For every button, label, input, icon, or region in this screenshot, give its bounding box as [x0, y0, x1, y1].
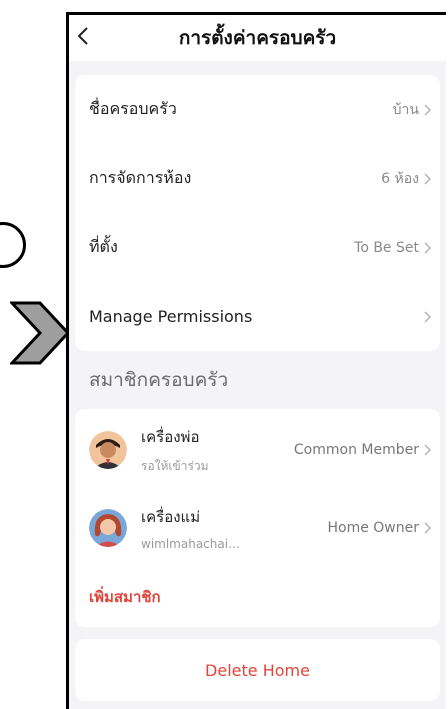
manage-permissions-label: Manage Permissions: [89, 307, 253, 326]
members-section-title: สมาชิกครอบครัว: [89, 369, 229, 391]
avatar-father: [89, 431, 127, 469]
member-role: Common Member: [293, 442, 419, 458]
chevron-right-icon: [424, 241, 432, 254]
phone-screen: การตั้งค่าครอบครัว ชื่อครอบครัว บ้าน การ…: [66, 12, 446, 709]
room-management-label: การจัดการห้อง: [89, 168, 192, 187]
page-title: การตั้งค่าครอบครัว: [178, 27, 337, 49]
member-row-father[interactable]: เครื่องพ่อ รอให้เข้าร่วม Common Member: [75, 411, 440, 489]
member-name: เครื่องพ่อ: [141, 427, 200, 446]
add-member-button[interactable]: เพิ่มสมาชิก: [75, 567, 440, 627]
delete-home-button[interactable]: Delete Home: [75, 639, 440, 701]
room-management-value-group: 6 ห้อง: [381, 168, 432, 190]
back-arrow-icon: [77, 27, 88, 45]
home-name-label: ชื่อครอบครัว: [89, 99, 177, 118]
location-row[interactable]: ที่ตั้ง To Be Set: [75, 213, 440, 282]
member-text-father: เครื่องพ่อ รอให้เข้าร่วม: [141, 425, 294, 476]
header-bar: การตั้งค่าครอบครัว: [69, 15, 446, 61]
member-role-group: Home Owner: [327, 520, 432, 536]
annotation-arrow-icon: [10, 301, 71, 365]
manage-permissions-value-group: [423, 310, 432, 324]
room-count-value: 6 ห้อง: [381, 170, 419, 187]
location-value: To Be Set: [354, 239, 419, 256]
avatar-mother: [89, 509, 127, 547]
chevron-right-icon: [424, 522, 432, 534]
member-text-mother: เครื่องแม่ wimlmahachai@g...: [141, 505, 327, 551]
back-button[interactable]: [71, 21, 95, 51]
member-name: เครื่องแม่: [141, 508, 201, 526]
chevron-right-icon: [424, 172, 432, 185]
settings-card: ชื่อครอบครัว บ้าน การจัดการห้อง 6 ห้อง ท…: [75, 75, 440, 351]
annotation-circle: [0, 222, 26, 268]
home-name-value-group: บ้าน: [393, 99, 432, 121]
chevron-right-icon: [424, 444, 432, 456]
member-email: wimlmahachai@g...: [141, 537, 251, 551]
location-label: ที่ตั้ง: [89, 237, 118, 256]
delete-home-label: Delete Home: [205, 660, 310, 680]
home-name-value: บ้าน: [392, 101, 419, 118]
chevron-right-icon: [424, 103, 432, 116]
member-status: รอให้เข้าร่วม: [141, 458, 209, 473]
member-row-mother[interactable]: เครื่องแม่ wimlmahachai@g... Home Owner: [75, 489, 440, 567]
member-role: Home Owner: [327, 520, 419, 536]
chevron-right-icon: [424, 310, 432, 323]
location-value-group: To Be Set: [354, 240, 432, 256]
home-name-row[interactable]: ชื่อครอบครัว บ้าน: [75, 75, 440, 144]
member-role-group: Common Member: [294, 442, 432, 458]
members-card: เครื่องพ่อ รอให้เข้าร่วม Common Member เ…: [75, 409, 440, 627]
room-management-row[interactable]: การจัดการห้อง 6 ห้อง: [75, 144, 440, 213]
manage-permissions-row[interactable]: Manage Permissions: [75, 282, 440, 351]
